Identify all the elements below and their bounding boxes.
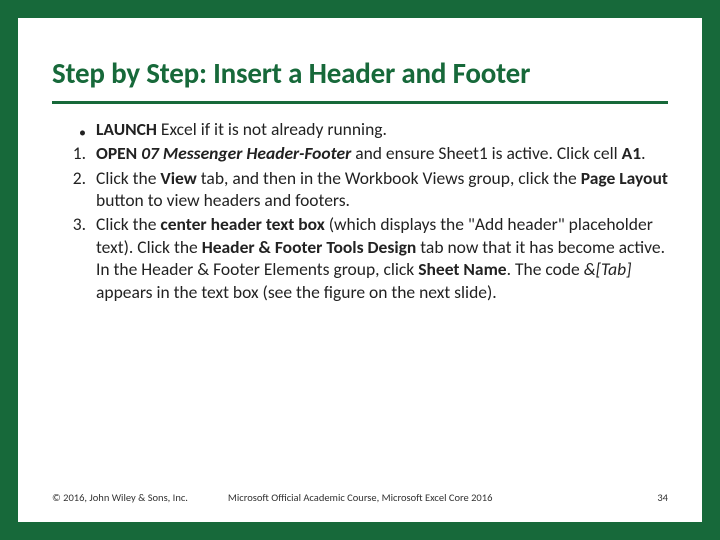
footer-copyright: © 2016, John Wiley & Sons, Inc.: [52, 491, 188, 504]
step-3-text: Click the center header text box (which …: [96, 213, 668, 303]
step-1-text: OPEN 07 Messenger Header-Footer and ensu…: [96, 142, 668, 164]
step-1: 1. OPEN 07 Messenger Header-Footer and e…: [52, 142, 668, 164]
bullet-item: • LAUNCH Excel if it is not already runn…: [52, 118, 668, 140]
step-2-text: Click the View tab, and then in the Work…: [96, 167, 668, 212]
step-1-marker: 1.: [52, 142, 96, 164]
slide-body: Step by Step: Insert a Header and Footer…: [18, 18, 702, 522]
bullet-text: LAUNCH Excel if it is not already runnin…: [96, 118, 668, 140]
footer-course: Microsoft Official Academic Course, Micr…: [188, 491, 657, 504]
step-2: 2. Click the View tab, and then in the W…: [52, 167, 668, 212]
page-title: Step by Step: Insert a Header and Footer: [52, 56, 668, 91]
step-2-marker: 2.: [52, 167, 96, 212]
step-3-marker: 3.: [52, 213, 96, 303]
title-rule: [52, 101, 668, 104]
slide-footer: © 2016, John Wiley & Sons, Inc. Microsof…: [52, 491, 668, 504]
bullet-marker: •: [52, 118, 96, 140]
step-3: 3. Click the center header text box (whi…: [52, 213, 668, 303]
content-area: • LAUNCH Excel if it is not already runn…: [52, 118, 668, 303]
footer-page: 34: [657, 491, 668, 504]
